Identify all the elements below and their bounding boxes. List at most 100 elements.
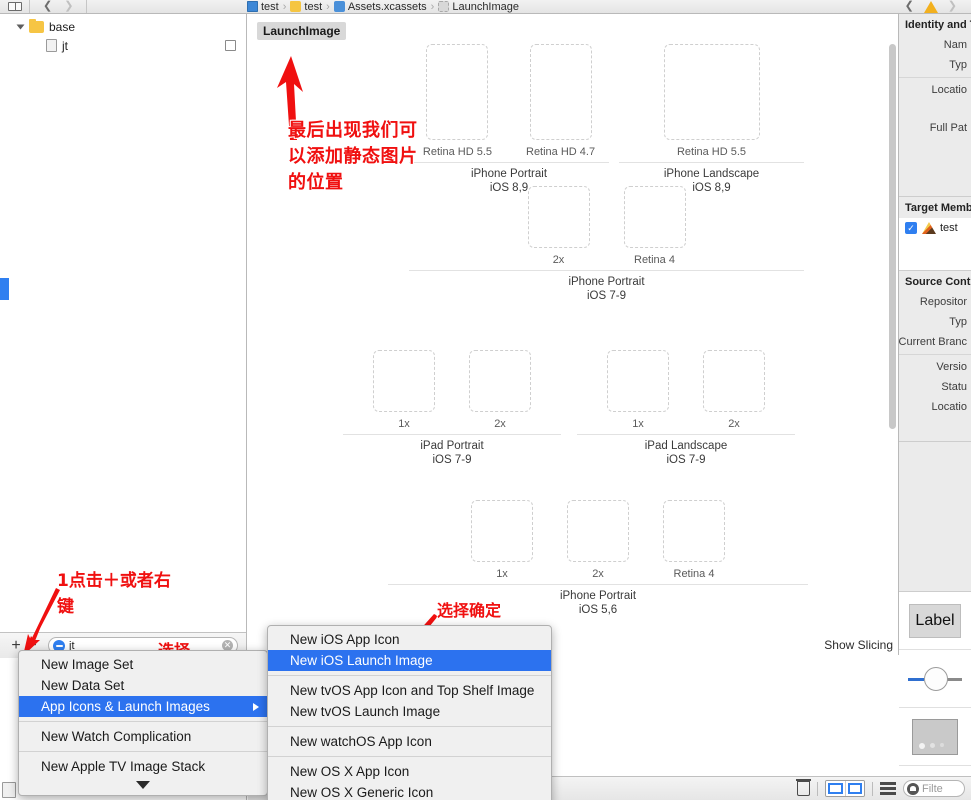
- image-well[interactable]: [607, 350, 669, 412]
- target-icon: [922, 222, 936, 234]
- source-row-status: Statu: [899, 377, 971, 397]
- breadcrumb-label: Assets.xcassets: [348, 1, 427, 13]
- breadcrumb-separator: ›: [283, 1, 287, 13]
- assistant-editor-icon[interactable]: [8, 2, 22, 11]
- breadcrumb-item-1[interactable]: test: [290, 1, 322, 13]
- assets-catalog-icon: [334, 1, 345, 12]
- single-pane-icon[interactable]: [826, 781, 845, 796]
- image-well-cell[interactable]: 2x: [567, 500, 629, 580]
- image-well-cell[interactable]: Retina HD 5.5: [423, 44, 492, 158]
- image-well[interactable]: [469, 350, 531, 412]
- image-well[interactable]: [373, 350, 435, 412]
- disclosure-triangle-icon[interactable]: [17, 24, 25, 29]
- target-membership-section: Target Memb ✓ test: [899, 197, 971, 271]
- menu-item-new-osx-generic-icon[interactable]: New OS X Generic Icon: [268, 782, 551, 800]
- menu-item-new-image-set[interactable]: New Image Set: [19, 654, 267, 675]
- image-well-cell[interactable]: Retina 4: [663, 500, 725, 580]
- breadcrumb-label: test: [304, 1, 322, 13]
- image-well-cell[interactable]: Retina 4: [624, 186, 686, 266]
- divider: [86, 0, 87, 14]
- image-well[interactable]: [530, 44, 592, 140]
- library-item-label[interactable]: Label: [899, 592, 971, 650]
- breadcrumb-item-2[interactable]: Assets.xcassets: [334, 1, 427, 13]
- editor-vertical-scrollbar[interactable]: [889, 44, 896, 429]
- file-icon: [46, 39, 57, 52]
- show-slicing-button[interactable]: Show Slicing: [824, 638, 893, 652]
- menu-item-new-watch-complication[interactable]: New Watch Complication: [19, 726, 267, 747]
- group-caption-line1: iPhone Portrait: [409, 167, 609, 181]
- folder-icon: [290, 1, 301, 12]
- image-well[interactable]: [567, 500, 629, 562]
- view-mode-segmented-control[interactable]: [825, 780, 865, 797]
- forward-chevron-icon[interactable]: ❯: [58, 1, 79, 12]
- image-well[interactable]: [703, 350, 765, 412]
- menu-item-new-osx-app-icon[interactable]: New OS X App Icon: [268, 761, 551, 782]
- image-well[interactable]: [471, 500, 533, 562]
- identity-section: Identity and T Nam Typ Locatio Full Pat: [899, 14, 971, 197]
- menu-separator: [268, 726, 551, 727]
- split-pane-icon[interactable]: [845, 781, 864, 796]
- slider-knob: [924, 667, 948, 691]
- breadcrumb-item-0[interactable]: test: [247, 1, 279, 13]
- image-well-cell[interactable]: Retina HD 5.5: [664, 44, 760, 158]
- breadcrumb-item-3[interactable]: LaunchImage: [438, 1, 519, 13]
- identity-spacer: [899, 134, 971, 196]
- menu-item-new-ios-launch-image[interactable]: New iOS Launch Image: [268, 650, 551, 671]
- scroll-down-arrow-icon[interactable]: [19, 777, 267, 792]
- library-item-slider[interactable]: [899, 650, 971, 708]
- source-row-repository: Repositor: [899, 292, 971, 312]
- add-asset-context-menu: New Image Set New Data Set App Icons & L…: [18, 650, 268, 796]
- menu-item-app-icons-launch-images[interactable]: App Icons & Launch Images: [19, 696, 267, 717]
- image-well[interactable]: [664, 44, 760, 140]
- well-label: 2x: [553, 254, 565, 266]
- menu-separator: [268, 756, 551, 757]
- annotation-confirm-note: 选择确定: [437, 597, 501, 621]
- image-well[interactable]: [426, 44, 488, 140]
- menu-item-new-ios-app-icon[interactable]: New iOS App Icon: [268, 629, 551, 650]
- status-filter-field[interactable]: Filte: [903, 780, 965, 797]
- image-well-cell[interactable]: 1x: [373, 350, 435, 430]
- warning-triangle-icon[interactable]: [924, 1, 938, 13]
- navigator-tree: base jt: [0, 14, 246, 632]
- image-well-cell[interactable]: Retina HD 4.7: [526, 44, 595, 158]
- source-row-location: Locatio: [899, 397, 971, 417]
- target-membership-item[interactable]: ✓ test: [899, 218, 971, 238]
- well-label: Retina 4: [674, 568, 715, 580]
- menu-item-new-tvos-launch-image[interactable]: New tvOS Launch Image: [268, 701, 551, 722]
- menu-item-new-data-set[interactable]: New Data Set: [19, 675, 267, 696]
- source-control-section: Source Contr Repositor Typ Current Branc…: [899, 271, 971, 442]
- image-well[interactable]: [663, 500, 725, 562]
- project-icon: [247, 1, 258, 12]
- navigator-scroll-stub[interactable]: [2, 782, 16, 798]
- checkbox[interactable]: ✓: [905, 222, 917, 234]
- menu-item-new-apple-tv-image-stack[interactable]: New Apple TV Image Stack: [19, 756, 267, 777]
- well-label: 1x: [496, 568, 508, 580]
- image-well-cell[interactable]: 2x: [528, 186, 590, 266]
- slider-object-preview: [908, 666, 962, 692]
- tree-item-label: base: [49, 20, 75, 34]
- library-item-view[interactable]: [899, 708, 971, 766]
- label-object-preview: Label: [909, 604, 961, 638]
- tree-row[interactable]: base: [0, 17, 246, 36]
- issue-next-icon[interactable]: ❯: [942, 1, 963, 12]
- image-well-cell[interactable]: 1x: [607, 350, 669, 430]
- image-well[interactable]: [624, 186, 686, 248]
- image-well-cell[interactable]: 1x: [471, 500, 533, 580]
- back-chevron-icon[interactable]: ❮: [37, 1, 58, 12]
- tree-row[interactable]: jt: [0, 36, 246, 55]
- image-well-cell[interactable]: 2x: [469, 350, 531, 430]
- image-well[interactable]: [528, 186, 590, 248]
- identity-row-location: Locatio: [899, 80, 971, 100]
- trash-icon[interactable]: [797, 781, 810, 796]
- folder-icon: [29, 21, 44, 33]
- source-control-header: Source Contr: [899, 271, 971, 292]
- menu-item-new-tvos-app-icon-top-shelf[interactable]: New tvOS App Icon and Top Shelf Image: [268, 680, 551, 701]
- menu-item-label: App Icons & Launch Images: [41, 699, 210, 714]
- wells-row: 1x 2x: [343, 350, 561, 430]
- menu-item-new-watchos-app-icon[interactable]: New watchOS App Icon: [268, 731, 551, 752]
- issue-previous-icon[interactable]: ❮: [899, 1, 920, 12]
- list-view-icon[interactable]: [880, 782, 896, 795]
- wells-row: 1x 2x Retina 4: [388, 500, 808, 580]
- source-spacer: [899, 417, 971, 441]
- image-well-cell[interactable]: 2x: [703, 350, 765, 430]
